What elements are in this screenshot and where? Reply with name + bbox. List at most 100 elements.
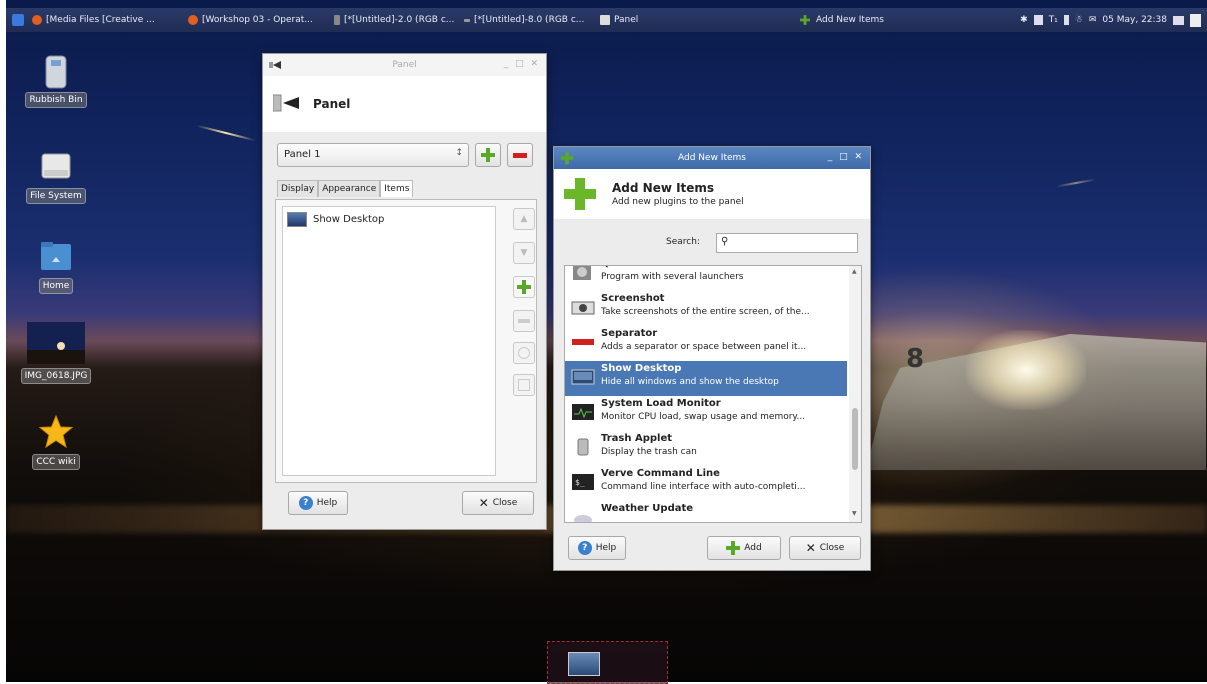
list-item[interactable]: Show Desktop bbox=[287, 212, 384, 227]
panel-select[interactable]: Panel 1 ↕ bbox=[277, 143, 469, 167]
plugin-name: Separator bbox=[601, 328, 658, 339]
add-item-button[interactable] bbox=[513, 276, 535, 298]
show-desktop-button[interactable] bbox=[568, 652, 600, 676]
top-panel: [Media Files [Creative ... [Workshop 03 … bbox=[6, 8, 1207, 32]
move-down-button[interactable]: ▼ bbox=[513, 242, 535, 264]
plugin-row[interactable]: System Load Monitor Monitor CPU load, swa… bbox=[565, 396, 847, 431]
help-button[interactable]: ? Help bbox=[288, 491, 348, 515]
taskbar-item-active[interactable]: Add New Items bbox=[798, 8, 884, 32]
notes-icon[interactable] bbox=[1190, 13, 1201, 27]
desktop-icon-label: CCC wiki bbox=[32, 454, 80, 470]
spin-arrows-icon: ↕ bbox=[455, 148, 463, 158]
keyboard-layout-icon[interactable]: T₁ bbox=[1049, 15, 1058, 25]
svg-text:$_: $_ bbox=[575, 478, 585, 487]
plugin-name: Quicklauncher bbox=[601, 266, 682, 269]
applications-menu-button[interactable] bbox=[12, 14, 24, 26]
plugin-row[interactable]: Show Desktop Hide all windows and show th… bbox=[565, 361, 847, 396]
plugin-list[interactable]: Quicklauncher Program with several launch… bbox=[564, 265, 862, 523]
taskbar-item-1[interactable]: [Workshop 03 - Operat... bbox=[188, 15, 326, 25]
tab-display[interactable]: Display bbox=[277, 180, 319, 197]
calendar-icon[interactable] bbox=[1173, 15, 1184, 25]
desktop-icon-ccc-wiki[interactable]: CCC wiki bbox=[20, 414, 92, 470]
panel-items-list[interactable]: Show Desktop bbox=[282, 206, 496, 476]
taskbar-item-label: Panel bbox=[614, 15, 639, 25]
plugin-name: Trash Applet bbox=[601, 433, 673, 444]
help-icon: ? bbox=[577, 541, 592, 555]
add-panel-button[interactable] bbox=[475, 143, 501, 167]
close-button[interactable]: ✕ Close bbox=[462, 491, 534, 515]
remove-panel-button[interactable] bbox=[507, 143, 533, 167]
show-desktop-icon bbox=[571, 368, 595, 386]
image-thumbnail-icon bbox=[27, 322, 85, 364]
plugin-row[interactable]: Separator Adds a separator or space betwe… bbox=[565, 326, 847, 361]
window-titlebar[interactable]: Panel _ □ ✕ bbox=[263, 54, 546, 76]
firefox-icon bbox=[32, 15, 42, 25]
plugin-row[interactable]: Screenshot Take screenshots of the entire… bbox=[565, 291, 847, 326]
tab-appearance[interactable]: Appearance bbox=[318, 180, 381, 197]
dialog-heading: Add New Items bbox=[612, 181, 715, 195]
plugin-description: Command line interface with auto-complet… bbox=[601, 482, 806, 492]
scrollbar-thumb[interactable] bbox=[852, 408, 858, 470]
window-titlebar[interactable]: Add New Items _ □ ✕ bbox=[554, 147, 870, 169]
help-button[interactable]: ? Help bbox=[568, 536, 626, 560]
taskbar-item-2[interactable]: [*[Untitled]-2.0 (RGB c... bbox=[334, 15, 456, 25]
move-up-button[interactable]: ▲ bbox=[513, 208, 535, 230]
window-controls[interactable]: _ □ ✕ bbox=[828, 152, 864, 162]
arrow-up-icon: ▲ bbox=[520, 214, 528, 224]
plugin-description: Monitor CPU load, swap usage and memory.… bbox=[601, 412, 806, 422]
tab-bar: Display Appearance Items bbox=[277, 180, 414, 197]
launcher-icon bbox=[571, 266, 595, 281]
tab-content: Show Desktop ▲ ▼ bbox=[275, 199, 537, 483]
edit-icon bbox=[518, 347, 530, 359]
about-item-button[interactable] bbox=[513, 374, 535, 396]
plugin-row[interactable]: Trash Applet Display the trash can bbox=[565, 431, 847, 466]
add-button-label: Add bbox=[744, 543, 762, 553]
add-icon bbox=[564, 178, 596, 210]
help-icon: ? bbox=[298, 496, 313, 510]
arrow-down-icon: ▼ bbox=[520, 248, 528, 258]
add-new-items-window: Add New Items _ □ ✕ Add New Items Add ne… bbox=[553, 146, 871, 571]
panel-preferences-window: Panel _ □ ✕ Panel Panel 1 ↕ Display Appe… bbox=[262, 53, 547, 530]
add-icon bbox=[517, 280, 531, 294]
taskbar-item-label: [Media Files [Creative ... bbox=[46, 15, 155, 25]
desktop-icon-image-file[interactable]: IMG_0618.JPG bbox=[20, 322, 92, 384]
desktop-icon-home[interactable]: Home bbox=[20, 238, 92, 294]
weather-icon bbox=[571, 508, 595, 522]
window-controls[interactable]: _ □ ✕ bbox=[504, 59, 540, 69]
separator-icon bbox=[571, 333, 595, 351]
plugin-description: Program with several launchers bbox=[601, 272, 744, 282]
plugin-row[interactable]: Quicklauncher Program with several launch… bbox=[565, 266, 847, 291]
taskbar-item-4[interactable]: Panel bbox=[600, 15, 660, 25]
taskbar-item-3[interactable]: [*[Untitled]-8.0 (RGB c... bbox=[464, 15, 592, 25]
light-streak bbox=[196, 124, 256, 142]
mail-icon[interactable]: ✉ bbox=[1089, 15, 1097, 25]
search-input[interactable]: ⚲ bbox=[716, 233, 858, 253]
bluetooth-icon[interactable]: ✱ bbox=[1020, 15, 1028, 25]
plugin-row[interactable]: $_ Verve Command Line Command line interfa… bbox=[565, 466, 847, 501]
clock[interactable]: 05 May, 22:38 bbox=[1102, 15, 1167, 25]
edit-item-button[interactable] bbox=[513, 342, 535, 364]
scroll-down-icon[interactable]: ▼ bbox=[852, 510, 857, 517]
close-button[interactable]: ✕ Close bbox=[789, 536, 861, 560]
scrollbar[interactable]: ▲ ▼ bbox=[849, 266, 861, 522]
tab-items[interactable]: Items bbox=[380, 180, 414, 197]
desktop-icon-rubbish-bin[interactable]: Rubbish Bin bbox=[20, 52, 92, 108]
taskbar-item-0[interactable]: [Media Files [Creative ... bbox=[32, 15, 180, 25]
plugin-description: Take screenshots of the entire screen, o… bbox=[601, 307, 810, 317]
battery-icon[interactable] bbox=[1063, 15, 1069, 25]
desktop-icon-label: Rubbish Bin bbox=[25, 92, 87, 108]
dialog-subheading: Add new plugins to the panel bbox=[612, 197, 744, 207]
show-desktop-icon bbox=[287, 212, 307, 227]
add-icon bbox=[800, 15, 810, 25]
volume-icon[interactable]: ☃ bbox=[1075, 15, 1083, 25]
add-button[interactable]: Add bbox=[707, 536, 781, 560]
clipboard-icon[interactable] bbox=[1033, 15, 1043, 25]
plugin-row[interactable]: Weather Update bbox=[565, 501, 847, 522]
remove-item-button[interactable] bbox=[513, 310, 535, 332]
plugin-name: Weather Update bbox=[601, 503, 694, 514]
plugin-description: Display the trash can bbox=[601, 447, 697, 457]
window-title: Add New Items bbox=[678, 153, 746, 163]
taskbar-item-label: [*[Untitled]-2.0 (RGB c... bbox=[344, 15, 455, 25]
scroll-up-icon[interactable]: ▲ bbox=[852, 268, 857, 275]
desktop-icon-file-system[interactable]: File System bbox=[20, 148, 92, 204]
